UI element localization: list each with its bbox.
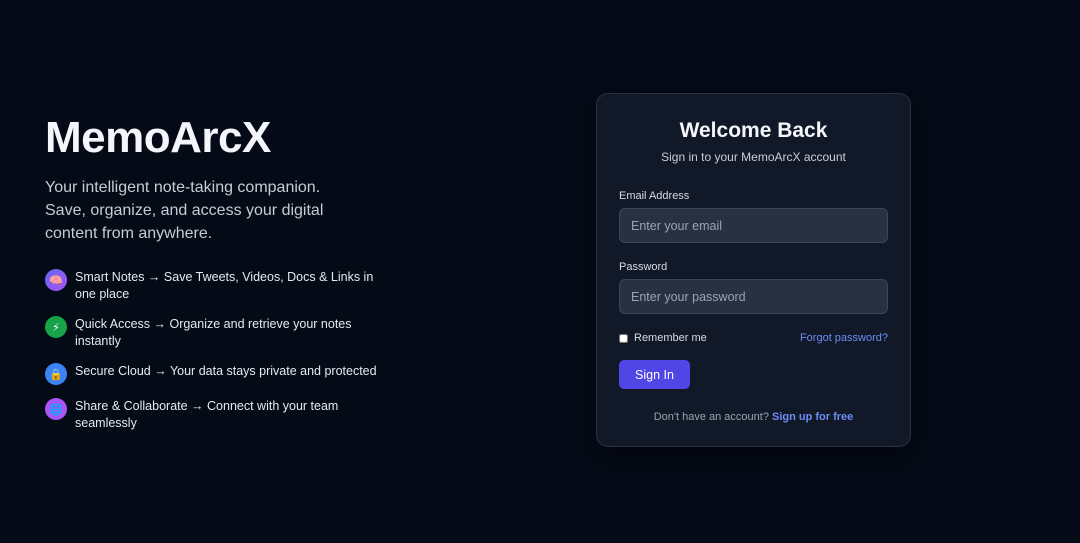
feature-list: 🧠 Smart Notes → Save Tweets, Videos, Doc… bbox=[45, 269, 390, 432]
hero-section: MemoArcX Your intelligent note-taking co… bbox=[45, 112, 390, 445]
feature-text: Quick Access → Organize and retrieve you… bbox=[75, 317, 352, 348]
feature-item: 🔒 Secure Cloud → Your data stays private… bbox=[45, 363, 390, 385]
feature-item: ⚡ Quick Access → Organize and retrieve y… bbox=[45, 316, 390, 350]
email-field[interactable] bbox=[619, 208, 888, 243]
signup-prompt: Don't have an account? bbox=[653, 411, 769, 423]
forgot-password-link[interactable]: Forgot password? bbox=[800, 332, 888, 344]
login-page: MemoArcX Your intelligent note-taking co… bbox=[0, 0, 1080, 543]
lock-icon: 🔒 bbox=[45, 363, 67, 385]
remember-me[interactable]: Remember me bbox=[619, 332, 707, 344]
globe-icon: 🌐 bbox=[45, 398, 67, 420]
card-title: Welcome Back bbox=[679, 119, 828, 142]
lightning-icon: ⚡ bbox=[45, 316, 67, 338]
remember-label: Remember me bbox=[634, 332, 707, 344]
brain-icon: 🧠 bbox=[45, 269, 67, 291]
feature-text: Secure Cloud → Your data stays private a… bbox=[75, 364, 377, 378]
feature-text: Share & Collaborate → Connect with your … bbox=[75, 399, 339, 430]
card-subtitle: Sign in to your MemoArcX account bbox=[661, 150, 846, 164]
login-card: Welcome Back Sign in to your MemoArcX ac… bbox=[596, 93, 911, 447]
brand-title: MemoArcX bbox=[45, 113, 271, 162]
tagline: Your intelligent note-taking companion. … bbox=[45, 179, 324, 242]
feature-item: 🌐 Share & Collaborate → Connect with you… bbox=[45, 398, 390, 432]
email-label: Email Address bbox=[619, 190, 690, 202]
remember-checkbox[interactable] bbox=[619, 333, 628, 343]
signup-row: Don't have an account? Sign up for free bbox=[619, 411, 888, 423]
password-label: Password bbox=[619, 261, 668, 273]
feature-text: Smart Notes → Save Tweets, Videos, Docs … bbox=[75, 270, 374, 301]
options-row: Remember me Forgot password? bbox=[619, 332, 888, 344]
feature-item: 🧠 Smart Notes → Save Tweets, Videos, Doc… bbox=[45, 269, 390, 303]
signup-link[interactable]: Sign up for free bbox=[772, 411, 853, 423]
password-field[interactable] bbox=[619, 279, 888, 314]
sign-in-button[interactable]: Sign In bbox=[619, 360, 690, 389]
